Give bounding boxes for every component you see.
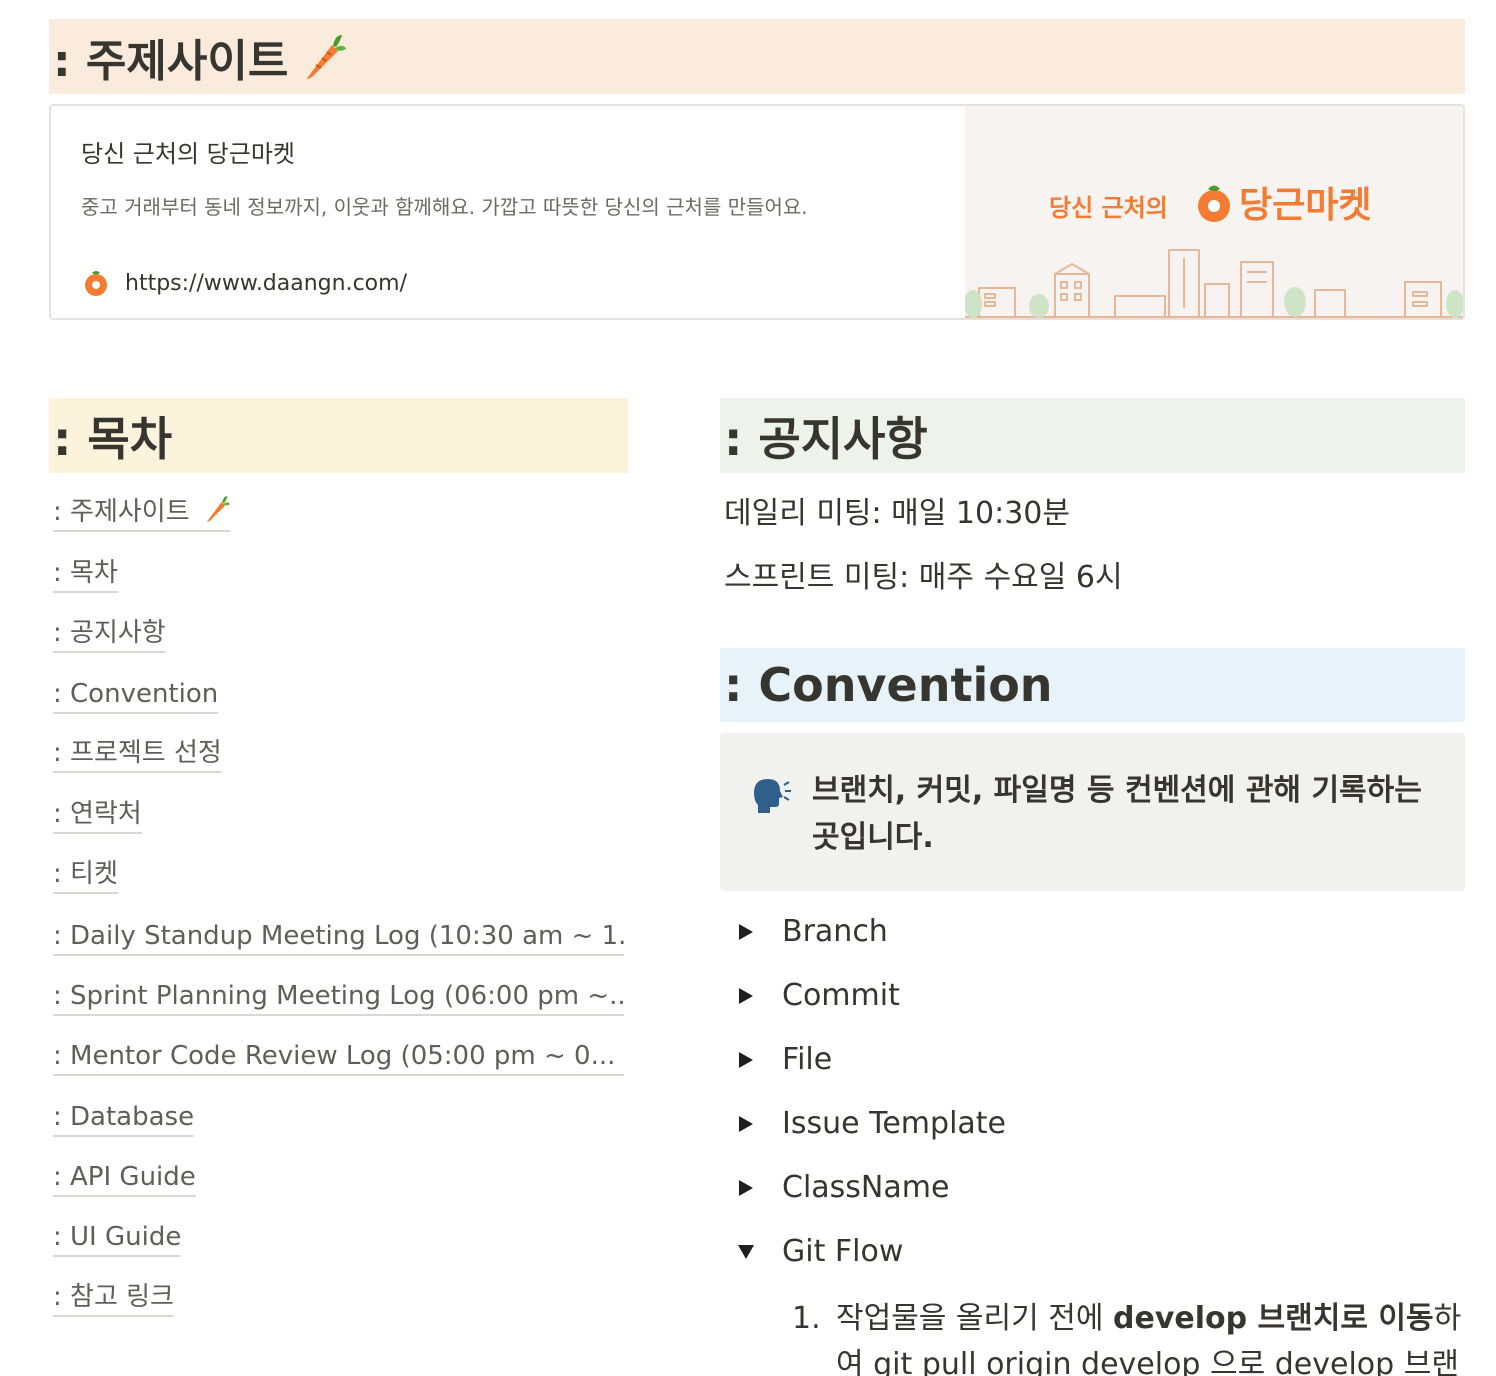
toggle-file[interactable]: File	[736, 1042, 832, 1077]
toc-link-daily-standup[interactable]: : Daily Standup Meeting Log (10:30 am ~ …	[53, 918, 624, 956]
toc-link-label: : 주제사이트	[53, 497, 190, 527]
toggle-issue-template[interactable]: Issue Template	[736, 1106, 1006, 1141]
toc-link-tickets[interactable]: : 티켓	[53, 856, 118, 894]
bookmark-image: 당신 근처의 당근마켓	[965, 106, 1463, 318]
toggle-label: ClassName	[782, 1170, 950, 1205]
bookmark-url-row[interactable]: https://www.daangn.com/	[81, 268, 935, 298]
notice-heading: : 공지사항	[720, 398, 1465, 473]
toc-link-sprint-planning[interactable]: : Sprint Planning Meeting Log (06:00 pm …	[53, 978, 624, 1016]
bookmark-title: 당신 근처의 당근마켓	[81, 140, 295, 168]
convention-callout: 브랜치, 커밋, 파일명 등 컨벤션에 관해 기록하는 곳입니다.	[720, 733, 1465, 891]
bookmark-card[interactable]: 당신 근처의 당근마켓 중고 거래부터 동네 정보까지, 이웃과 함께해요. 가…	[49, 104, 1465, 320]
page-title-text: : 주제사이트	[53, 35, 289, 87]
page-title: : 주제사이트	[49, 19, 1465, 94]
convention-heading-text: : Convention	[724, 658, 1053, 712]
toggle-right-triangle-icon[interactable]	[736, 1113, 756, 1135]
toggle-label: Git Flow	[782, 1234, 904, 1269]
daangn-favicon-icon	[85, 271, 107, 296]
carrot-icon	[206, 496, 230, 522]
toggle-right-triangle-icon[interactable]	[736, 985, 756, 1007]
notice-daily-meeting: 데일리 미팅: 매일 10:30분	[724, 496, 1070, 531]
toc-link-api-guide[interactable]: : API Guide	[53, 1159, 196, 1197]
bookmark-text: 당신 근처의 당근마켓 중고 거래부터 동네 정보까지, 이웃과 함께해요. 가…	[51, 106, 965, 318]
notice-heading-text: : 공지사항	[724, 411, 928, 466]
toc-link-project[interactable]: : 프로젝트 선정	[53, 735, 222, 773]
toc-link-references[interactable]: : 참고 링크	[53, 1279, 174, 1317]
toc-heading: : 목차	[49, 398, 628, 473]
callout-text: 브랜치, 커밋, 파일명 등 컨벤션에 관해 기록하는 곳입니다.	[812, 773, 1422, 855]
toggle-label: Issue Template	[782, 1106, 1007, 1141]
bookmark-url[interactable]: https://www.daangn.com/	[125, 271, 407, 296]
toggle-label: File	[782, 1042, 833, 1077]
toggle-label: Branch	[782, 914, 888, 949]
speaking-head-icon	[754, 779, 791, 813]
toggle-right-triangle-icon[interactable]	[736, 1049, 756, 1071]
toc-link-contacts[interactable]: : 연락처	[53, 796, 142, 834]
daangn-logo-icon	[1198, 185, 1230, 222]
gitflow-step-1: 1. 작업물을 올리기 전에 develop 브랜치로 이동하여 git pul…	[792, 1296, 1472, 1376]
toggle-down-triangle-icon[interactable]	[736, 1241, 756, 1263]
toggle-branch[interactable]: Branch	[736, 914, 888, 949]
step-text-bold: develop 브랜치로 이동	[1113, 1301, 1434, 1336]
step-text: 작업물을 올리기 전에 develop 브랜치로 이동하여 git pull o…	[836, 1296, 1472, 1376]
bookmark-description: 중고 거래부터 동네 정보까지, 이웃과 함께해요. 가깝고 따뜻한 당신의 근…	[81, 195, 808, 219]
toc-link-mentor-review[interactable]: : Mentor Code Review Log (05:00 pm ~ 0..…	[53, 1038, 624, 1076]
toggle-git-flow[interactable]: Git Flow	[736, 1234, 903, 1269]
toc-link-convention[interactable]: : Convention	[53, 676, 219, 714]
carrot-icon	[302, 33, 347, 81]
toc-link-notice[interactable]: : 공지사항	[53, 615, 166, 653]
toc-link-topic-site[interactable]: : 주제사이트	[53, 494, 230, 532]
toc-link-ui-guide[interactable]: : UI Guide	[53, 1219, 182, 1257]
toc-link-database[interactable]: : Database	[53, 1099, 195, 1137]
daangn-logo-text: 당근마켓	[1239, 185, 1372, 226]
convention-heading: : Convention	[720, 648, 1465, 722]
bookmark-image-tagline: 당신 근처의	[1049, 194, 1168, 222]
toggle-commit[interactable]: Commit	[736, 978, 900, 1013]
daangn-logo: 당근마켓	[1195, 176, 1371, 228]
toc-link-toc[interactable]: : 목차	[53, 555, 118, 593]
toc-heading-text: : 목차	[53, 411, 173, 466]
step-text-part1: 작업물을 올리기 전에	[836, 1301, 1114, 1336]
notice-sprint-meeting: 스프린트 미팅: 매주 수요일 6시	[724, 560, 1123, 595]
toggle-right-triangle-icon[interactable]	[736, 1177, 756, 1199]
step-number: 1.	[792, 1301, 821, 1336]
city-illustration	[965, 249, 1463, 318]
toggle-classname[interactable]: ClassName	[736, 1170, 949, 1205]
toggle-label: Commit	[782, 978, 900, 1013]
toggle-right-triangle-icon[interactable]	[736, 921, 756, 943]
